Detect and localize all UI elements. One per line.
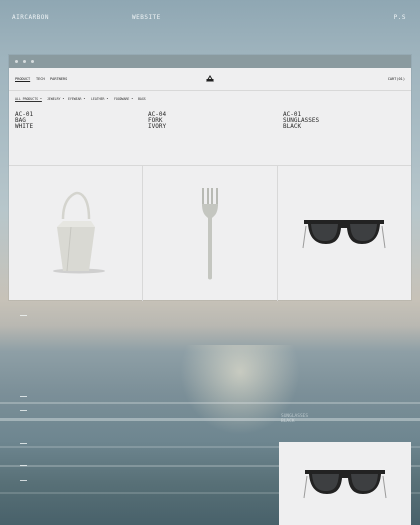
filter-jewelry[interactable]: JEWELRY • [47,97,64,101]
tick-mark[interactable] [20,396,27,397]
filter-leather[interactable]: LEATHER • [91,97,108,101]
product-card-sunglasses[interactable] [278,166,411,301]
filter-bags[interactable]: BAGS [138,97,146,101]
store-nav: PRODUCT TECH PARTNERS CART(01) [9,68,411,91]
tick-mark[interactable] [20,410,27,411]
ghost-color: BLACK [281,419,295,424]
bag-image [52,191,105,273]
product-heading[interactable]: AC-01 SUNGLASSES BLACK [283,112,319,130]
window-chrome [9,55,411,68]
product-heading[interactable]: AC-01 BAG WHITE [15,112,33,130]
store-logo-icon[interactable] [206,75,214,82]
nav-item-partners[interactable]: PARTNERS [50,77,67,81]
product-heading[interactable]: AC-04 FORK IVORY [148,112,166,130]
filter-bar: ALL PRODUCTS • JEWELRY • EYEWEAR • LEATH… [9,91,411,107]
window-dot[interactable] [31,60,34,63]
window-dot[interactable] [23,60,26,63]
wave-line [0,418,420,421]
nav-item-product[interactable]: PRODUCT [15,77,30,81]
sunglasses-image [302,219,386,248]
website-link[interactable]: WEBSITE [132,14,161,21]
browser-window: PRODUCT TECH PARTNERS CART(01) ALL PRODU… [9,55,411,301]
cart-link[interactable]: CART(01) [388,77,405,81]
product-color: IVORY [148,123,167,130]
ps-link[interactable]: P.S [394,14,406,21]
tick-mark[interactable] [20,315,27,316]
filter-all-products[interactable]: ALL PRODUCTS • [15,97,42,101]
wave-line [0,402,420,404]
ghost-product-label: SUNGLASSES BLACK [281,414,308,424]
site-header: AIRCARBON WEBSITE P.S [0,0,420,36]
nav-item-tech[interactable]: TECH [36,77,45,81]
product-grid [9,165,411,301]
product-color: BLACK [283,123,302,130]
product-color: WHITE [15,123,34,130]
tick-mark[interactable] [20,480,27,481]
filter-foodware[interactable]: FOODWARE • [114,97,133,101]
product-card-bag[interactable] [9,166,144,301]
product-headings: AC-01 BAG WHITE AC-04 FORK IVORY AC-01 S… [9,107,411,166]
floating-product-card[interactable] [279,442,411,525]
filter-eyewear[interactable]: EYEWEAR • [68,97,85,101]
fork-image [201,187,218,279]
tick-mark[interactable] [20,443,27,444]
brand-logo-text[interactable]: AIRCARBON [12,14,49,21]
sunglasses-image [303,469,387,498]
tick-mark[interactable] [20,465,27,466]
product-card-fork[interactable] [143,166,278,301]
window-dot[interactable] [15,60,18,63]
